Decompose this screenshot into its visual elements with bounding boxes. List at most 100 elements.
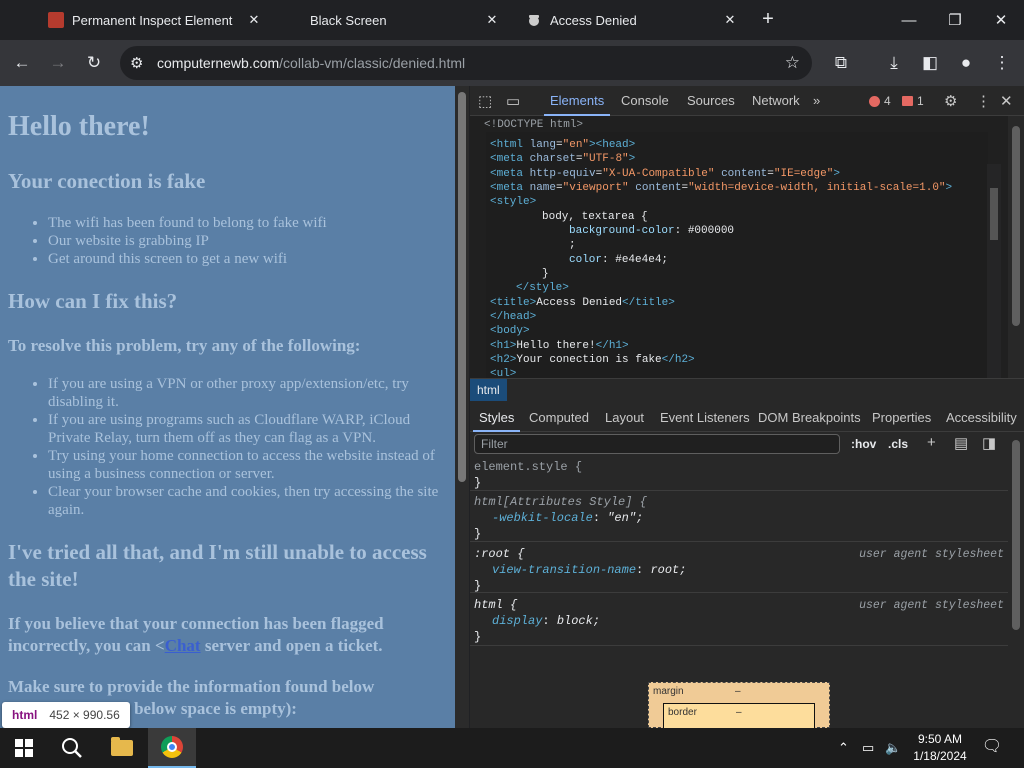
scrollbar-thumb[interactable] (1012, 440, 1020, 630)
scrollbar-thumb[interactable] (990, 188, 998, 240)
system-clock[interactable]: 9:50 AM 1/18/2024 (905, 731, 975, 765)
tab-layout[interactable]: Layout (605, 410, 644, 425)
error-count-badge[interactable]: 4 (869, 94, 891, 108)
html-editor[interactable]: <html lang="en"><head> <meta charset="UT… (486, 132, 988, 378)
downloads-icon[interactable]: ⤓ (881, 50, 907, 76)
paint-icon[interactable]: ▤ (954, 434, 968, 452)
tab-title: Permanent Inspect Element (72, 12, 233, 28)
tab-permanent-inspect-element[interactable]: Permanent Inspect Element ✕ (48, 0, 262, 40)
subheading-how-fix: How can I fix this? (8, 289, 178, 313)
red-favicon-icon (48, 12, 64, 28)
cls-toggle[interactable]: .cls (888, 437, 908, 451)
issue-count-badge[interactable]: 1 (902, 94, 924, 108)
url-text[interactable]: computernewb.com/collab-vm/classic/denie… (157, 55, 465, 71)
tab-styles[interactable]: Styles (472, 410, 521, 432)
back-icon[interactable]: ← (9, 50, 35, 76)
network-icon[interactable]: ▭ (862, 728, 874, 768)
elements-scrollbar[interactable] (1008, 116, 1024, 378)
list-item: Our website is grabbing IP (48, 232, 448, 250)
tab-close-icon[interactable]: ✕ (246, 12, 262, 28)
list-item: Get around this screen to get a new wifi (48, 250, 448, 268)
element-tooltip: html 452 × 990.56 (2, 702, 130, 728)
rule-attributes-style[interactable]: html[Attributes Style] { -webkit-locale:… (470, 492, 1008, 542)
tab-strip: Permanent Inspect Element ✕ Black Screen… (0, 0, 1024, 40)
styles-scrollbar[interactable] (1008, 432, 1024, 728)
kebab-menu-icon[interactable]: ⋮ (976, 92, 991, 110)
tab-title: Black Screen (310, 12, 387, 28)
subheading-fake-connection: Your conection is fake (8, 169, 206, 193)
tab-properties[interactable]: Properties (872, 410, 931, 425)
tab-network[interactable]: Network (752, 93, 800, 108)
reload-icon[interactable]: ↻ (81, 50, 107, 76)
list-item: The wifi has been found to belong to fak… (48, 214, 448, 232)
forward-icon[interactable]: → (45, 50, 71, 76)
chrome-taskbar-icon[interactable] (148, 728, 196, 768)
hov-toggle[interactable]: :hov (851, 437, 876, 451)
settings-gear-icon[interactable]: ⚙ (944, 92, 957, 110)
minimize-button[interactable]: — (886, 0, 932, 40)
site-info-icon[interactable]: ⚙ (130, 54, 143, 72)
devtools-panel: ⬚ ▭ Elements Console Sources Network » 4… (470, 86, 1024, 729)
profile-icon[interactable]: ● (953, 50, 979, 76)
tab-event-listeners[interactable]: Event Listeners (660, 410, 750, 425)
notification-icon[interactable]: 🗨 (980, 736, 1004, 760)
tab-computed[interactable]: Computed (529, 410, 589, 425)
breadcrumb-html[interactable]: html (470, 379, 507, 401)
subheading-still-unable: I've tried all that, and I'm still unabl… (8, 540, 427, 591)
file-explorer-icon[interactable] (98, 728, 146, 768)
devtools-tabbar: ⬚ ▭ Elements Console Sources Network » 4… (470, 86, 1024, 116)
start-button[interactable] (0, 728, 48, 768)
elements-tree: <!DOCTYPE html> <html lang="en"><head> <… (470, 116, 1008, 378)
bookmark-star-icon[interactable]: ☆ (785, 53, 800, 73)
new-rule-icon[interactable]: + (927, 434, 936, 451)
rule-element-style[interactable]: element.style { } (470, 458, 1008, 491)
page-heading: Hello there! (8, 111, 150, 142)
ticket-paragraph: If you believe that your connection has … (8, 614, 384, 655)
browser-toolbar: ← → ↻ ⚙ computernewb.com/collab-vm/class… (0, 40, 1024, 86)
side-panel-icon[interactable]: ◧ (917, 50, 943, 76)
windows-logo-icon (15, 739, 33, 757)
tab-close-icon[interactable]: ✕ (722, 12, 738, 28)
inspect-icon[interactable]: ⬚ (478, 92, 492, 110)
toggle-sidebar-icon[interactable]: ◨ (982, 434, 996, 452)
tab-close-icon[interactable]: ✕ (484, 12, 500, 28)
list-item: If you are using a VPN or other proxy ap… (48, 375, 448, 411)
menu-icon[interactable]: ⋮ (989, 50, 1015, 76)
page-viewport: Hello there! Your conection is fake The … (0, 86, 455, 728)
scrollbar-thumb[interactable] (458, 92, 466, 482)
spy-favicon-icon (526, 12, 542, 28)
tab-black-screen[interactable]: Black Screen ✕ (310, 0, 500, 40)
page-scrollbar[interactable] (455, 86, 469, 728)
rule-html[interactable]: html { user agent stylesheet display: bl… (470, 594, 1008, 646)
editor-scrollbar[interactable] (987, 164, 1001, 378)
styles-subtabs: Styles Computed Layout Event Listeners D… (470, 404, 1024, 432)
tab-elements[interactable]: Elements (543, 93, 611, 116)
device-toggle-icon[interactable]: ▭ (506, 92, 520, 110)
scrollbar-thumb[interactable] (1012, 126, 1020, 326)
restore-button[interactable]: ❐ (932, 0, 978, 40)
rule-root[interactable]: :root { user agent stylesheet view-trans… (470, 543, 1008, 593)
tab-console[interactable]: Console (621, 93, 669, 108)
tab-title: Access Denied (550, 12, 637, 28)
tab-dom-breakpoints[interactable]: DOM Breakpoints (758, 410, 861, 425)
list-item: If you are using programs such as Cloudf… (48, 411, 448, 447)
window-close-button[interactable]: ✕ (978, 0, 1024, 40)
extensions-icon[interactable]: ⧉ (828, 50, 854, 76)
more-tabs-icon[interactable]: » (813, 93, 820, 108)
chat-link[interactable]: Chat (165, 636, 201, 655)
doctype-node[interactable]: <!DOCTYPE html> (484, 118, 583, 132)
fix-list: If you are using a VPN or other proxy ap… (48, 375, 448, 519)
breadcrumb: html (470, 378, 1024, 401)
show-hidden-icons[interactable]: ⌃ (838, 728, 849, 768)
search-icon[interactable] (48, 728, 96, 768)
filter-input[interactable]: Filter (474, 434, 840, 454)
reason-list: The wifi has been found to belong to fak… (48, 214, 448, 268)
new-tab-button[interactable]: + (758, 8, 778, 30)
close-devtools-icon[interactable]: ✕ (1000, 92, 1013, 110)
tab-sources[interactable]: Sources (687, 93, 735, 108)
list-item: Try using your home connection to access… (48, 447, 448, 483)
volume-muted-icon[interactable]: 🔈 (885, 728, 901, 768)
tab-access-denied[interactable]: Access Denied ✕ (526, 0, 738, 40)
address-bar[interactable]: ⚙ computernewb.com/collab-vm/classic/den… (120, 46, 812, 80)
tab-accessibility[interactable]: Accessibility (946, 410, 1017, 425)
